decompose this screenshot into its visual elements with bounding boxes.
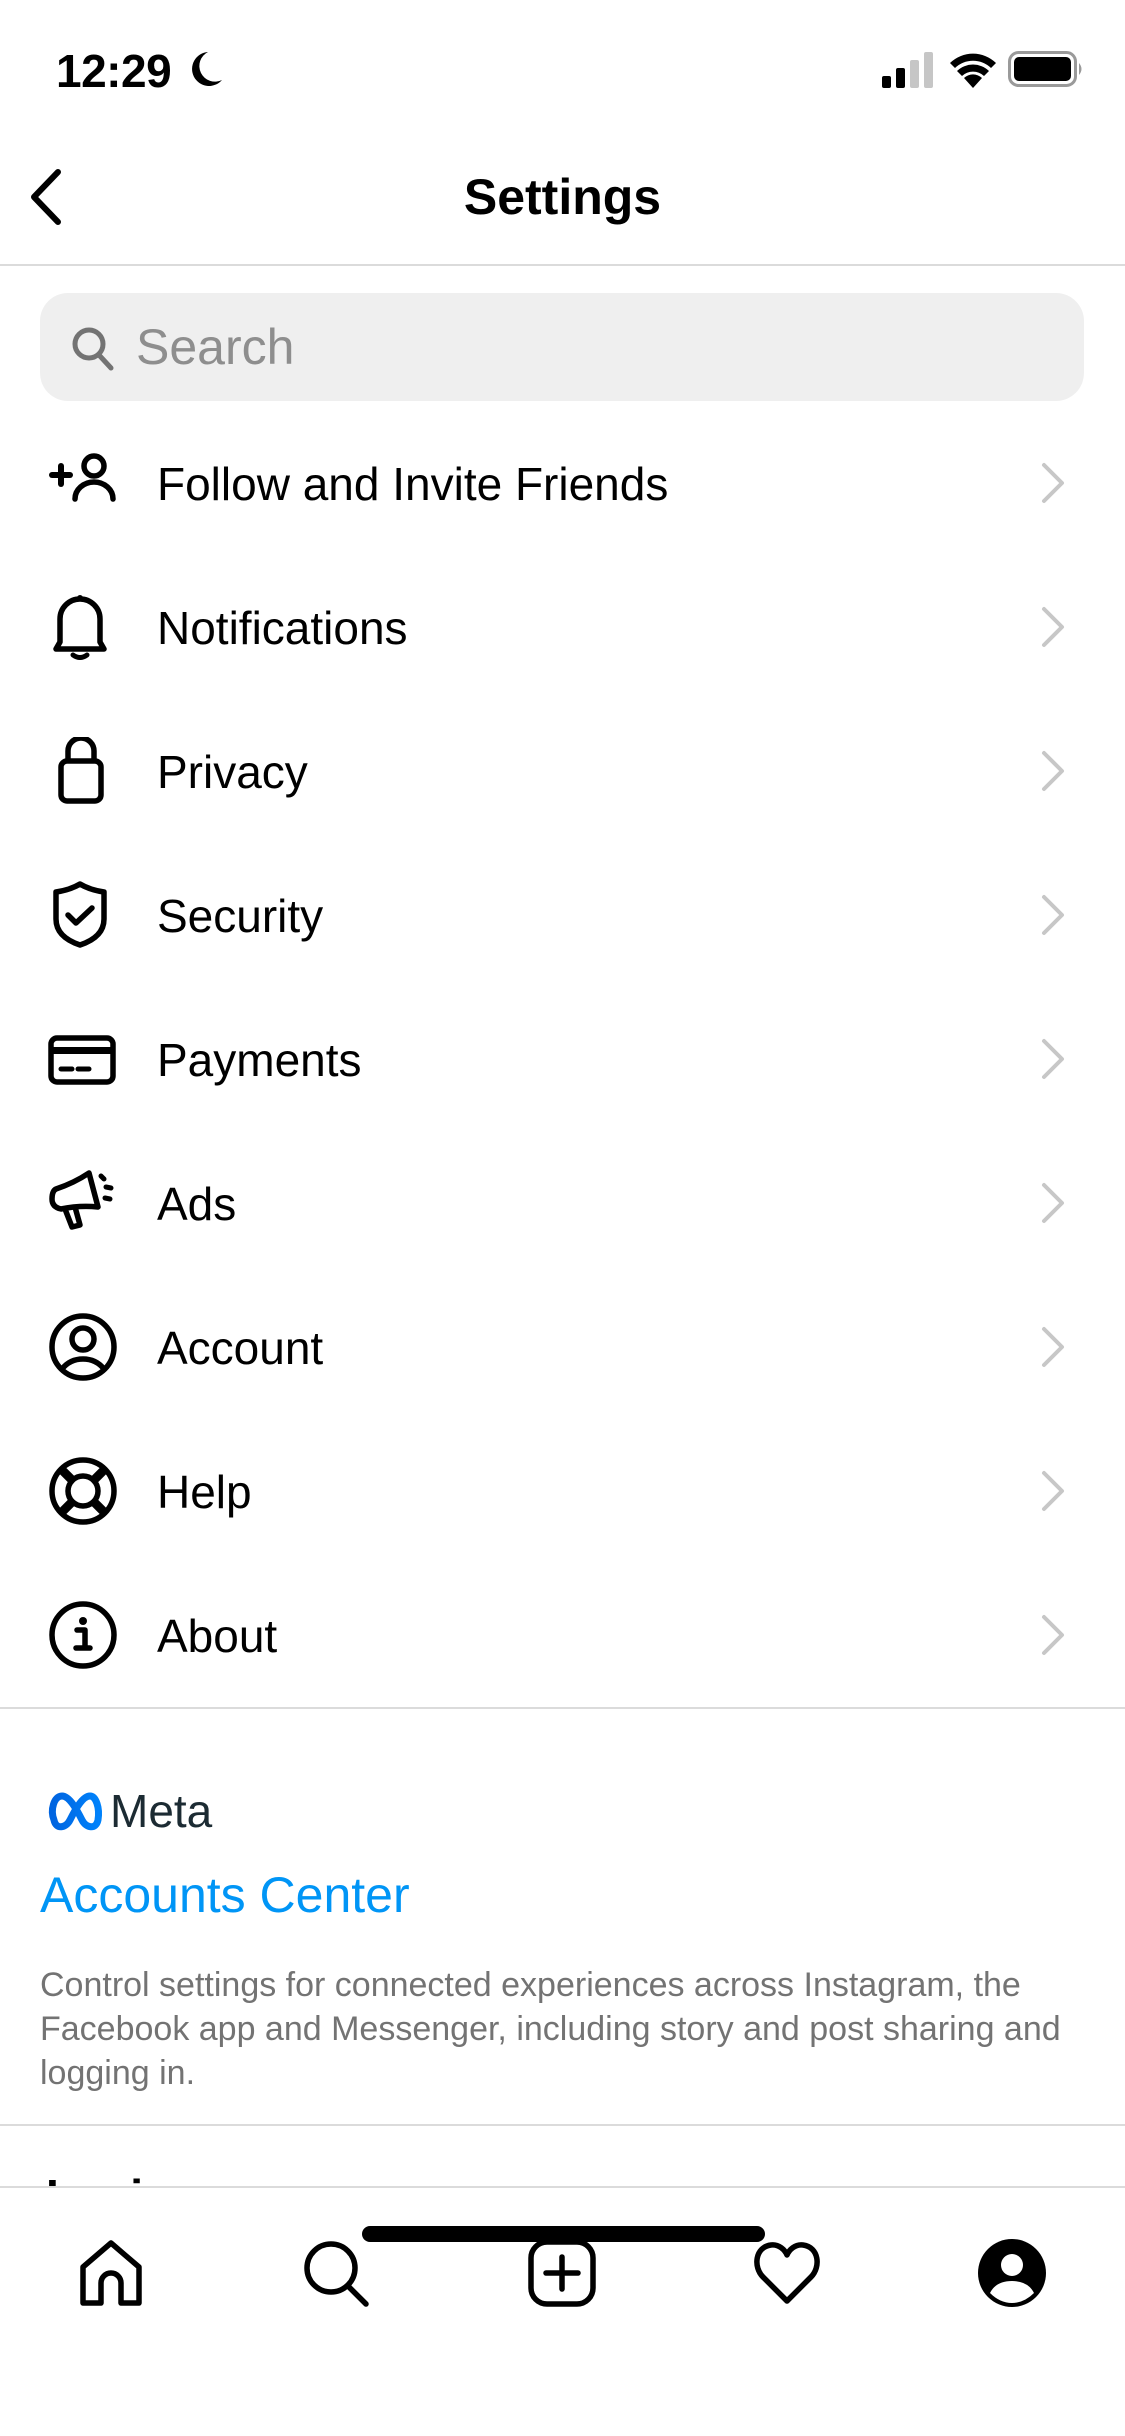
meta-logo-icon <box>48 1792 102 1831</box>
search-icon <box>304 2241 369 2307</box>
menu-item-label: Security <box>157 890 324 942</box>
accounts-center-description: Control settings for connected experienc… <box>40 1966 1061 2092</box>
accounts-center-link[interactable]: Accounts Center <box>40 1866 410 1924</box>
add-person-icon <box>49 453 116 502</box>
chevron-right-icon <box>1042 1327 1064 1367</box>
chevron-right-icon <box>1042 463 1064 503</box>
menu-item-label: Account <box>157 1322 324 1374</box>
chevron-right-icon <box>1042 607 1064 647</box>
tab-bar <box>0 2186 1125 2436</box>
wifi-icon <box>950 53 996 88</box>
home-indicator[interactable] <box>362 2226 765 2242</box>
chevron-right-icon <box>1042 1615 1064 1655</box>
menu-item-label: Help <box>157 1466 252 1518</box>
shield-check-icon <box>53 881 107 948</box>
status-bar: 12:29 <box>0 0 1125 132</box>
bell-icon <box>53 595 107 660</box>
logins-section-heading: Logins <box>46 2165 197 2186</box>
nav-header: Settings <box>0 132 1125 266</box>
heart-icon <box>754 2242 820 2304</box>
lock-icon <box>58 737 104 804</box>
chevron-right-icon <box>1042 751 1064 791</box>
menu-item-account[interactable]: Account <box>0 1275 1125 1419</box>
chevron-right-icon <box>1042 1471 1064 1511</box>
logins-heading-text: Logins <box>46 2169 197 2186</box>
account-circle-icon <box>49 1313 117 1381</box>
lifebuoy-icon <box>49 1457 117 1525</box>
status-time: 12:29 <box>56 45 172 97</box>
menu-item-notifications[interactable]: Notifications <box>0 555 1125 699</box>
search-bar[interactable] <box>40 293 1084 401</box>
chevron-right-icon <box>1042 1039 1064 1079</box>
chevron-right-icon <box>1042 1183 1064 1223</box>
menu-item-label: Follow and Invite Friends <box>157 458 669 510</box>
menu-item-label: About <box>157 1610 278 1662</box>
home-icon <box>80 2240 142 2306</box>
menu-item-follow-and-invite-friends[interactable]: Follow and Invite Friends <box>0 411 1125 555</box>
add-square-icon <box>528 2239 596 2307</box>
signal-icon <box>882 52 933 88</box>
info-icon <box>49 1601 117 1669</box>
settings-menu: Follow and Invite Friends Notifications … <box>0 411 1125 1707</box>
tab-home[interactable] <box>66 2228 156 2318</box>
battery-icon <box>1008 51 1082 87</box>
search-input[interactable] <box>136 309 1056 385</box>
moon-icon <box>192 52 222 86</box>
menu-item-label: Payments <box>157 1034 362 1086</box>
page-title: Settings <box>463 169 662 225</box>
section-divider <box>0 2124 1125 2126</box>
menu-item-security[interactable]: Security <box>0 843 1125 987</box>
menu-item-label: Notifications <box>157 602 408 654</box>
menu-item-ads[interactable]: Ads <box>0 1131 1125 1275</box>
meta-brand-label: Meta <box>110 1785 213 1837</box>
megaphone-icon <box>49 1170 114 1230</box>
menu-item-help[interactable]: Help <box>0 1419 1125 1563</box>
menu-item-payments[interactable]: Payments <box>0 987 1125 1131</box>
menu-item-label: Privacy <box>157 746 308 798</box>
profile-icon <box>978 2239 1046 2307</box>
tab-profile[interactable] <box>967 2228 1057 2318</box>
menu-item-label: Ads <box>157 1178 237 1230</box>
section-divider <box>0 1707 1125 1709</box>
credit-card-icon <box>48 1035 116 1085</box>
menu-item-privacy[interactable]: Privacy <box>0 699 1125 843</box>
search-icon <box>72 327 114 371</box>
menu-item-about[interactable]: About <box>0 1563 1125 1707</box>
chevron-right-icon <box>1042 895 1064 935</box>
